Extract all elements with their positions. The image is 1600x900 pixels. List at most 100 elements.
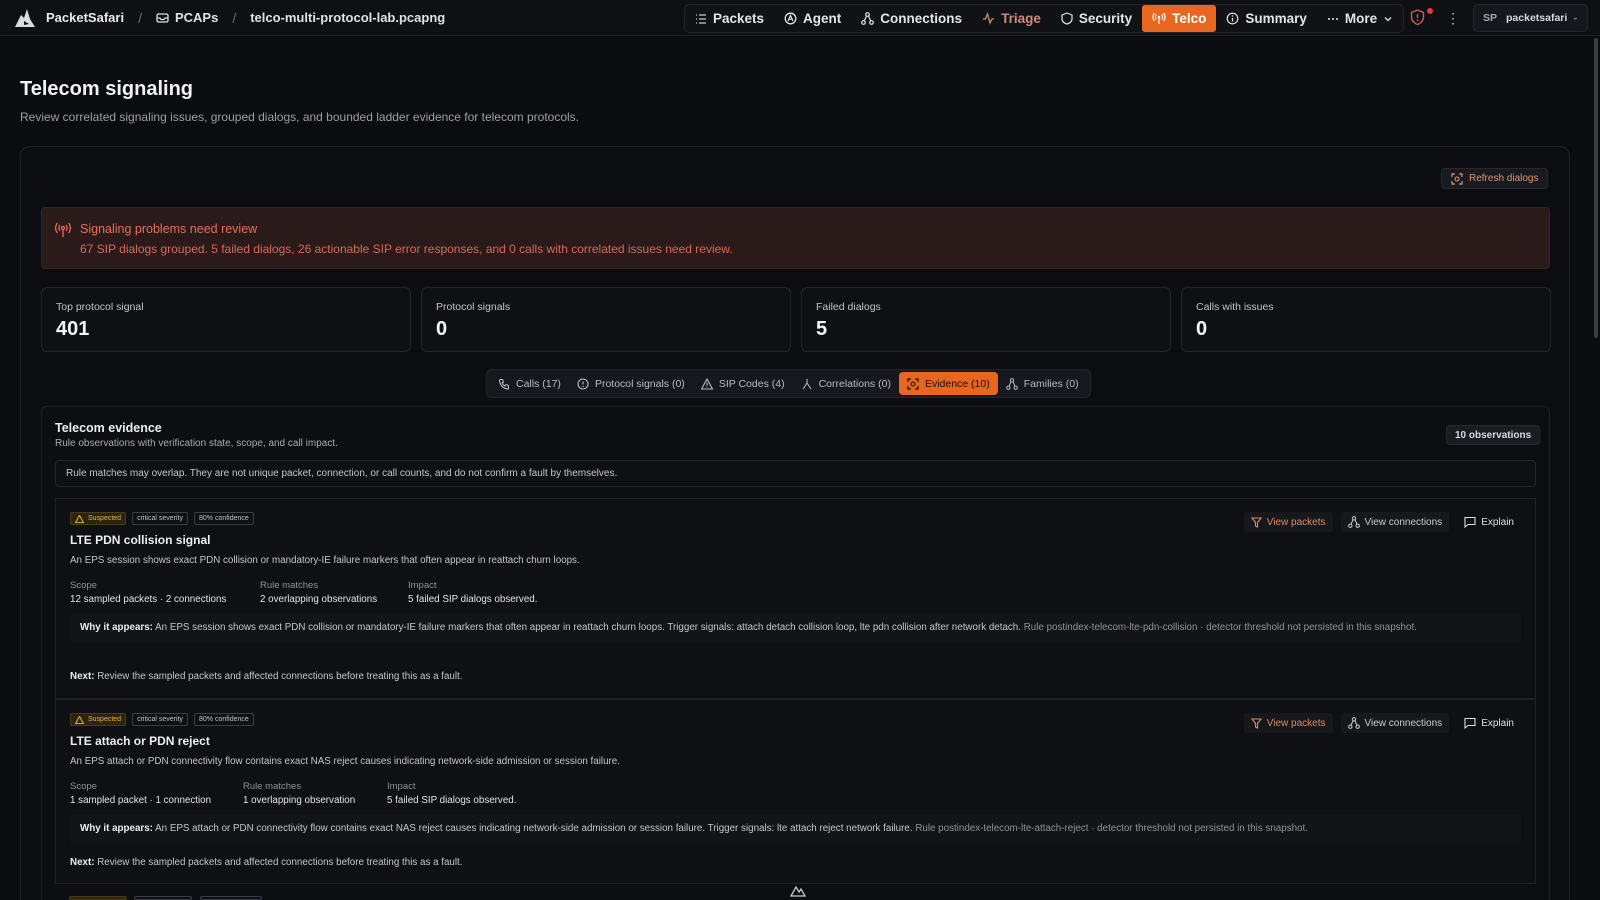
brand[interactable]: PacketSafari xyxy=(12,5,124,31)
breadcrumb-file[interactable]: telco-multi-protocol-lab.pcapng xyxy=(250,10,445,25)
rule-text: Rule postindex-telecom-lte-pdn-collision… xyxy=(1023,622,1417,633)
nav-more[interactable]: More xyxy=(1317,5,1403,32)
stat-top-protocol-signal: Top protocol signal 401 xyxy=(41,287,411,352)
stat-label: Top protocol signal xyxy=(56,301,144,313)
nav-connections[interactable]: Connections xyxy=(851,5,972,32)
explain-button[interactable]: Explain xyxy=(1457,512,1521,532)
kebab-menu-icon[interactable]: ⋮ xyxy=(1446,9,1460,27)
scope-column: Scope 12 sampled packets · 2 connections xyxy=(70,580,240,605)
nav-telco[interactable]: Telco xyxy=(1142,5,1217,32)
list-icon xyxy=(696,13,706,24)
scope-column: Scope 1 sampled packet · 1 connection xyxy=(70,781,223,806)
page-title: Telecom signaling xyxy=(20,78,193,100)
impact-label: Impact xyxy=(387,781,416,792)
info-icon xyxy=(1226,12,1239,25)
status-badge: Suspected xyxy=(70,512,127,525)
chevron-down-icon xyxy=(1574,17,1578,20)
observation-title: LTE attach or PDN reject xyxy=(70,734,210,748)
stat-failed-dialogs: Failed dialogs 5 xyxy=(801,287,1171,352)
nav-summary-label: Summary xyxy=(1245,11,1307,26)
telecom-tabs: Calls (17) Protocol signals (0) SIP Code… xyxy=(486,369,1091,398)
nav-more-label: More xyxy=(1344,11,1378,26)
nav-security-label: Security xyxy=(1078,11,1133,26)
phone-icon xyxy=(498,378,510,390)
breadcrumb-file-label: telco-multi-protocol-lab.pcapng xyxy=(250,10,446,25)
rule-matches-column: Rule matches 2 overlapping observations xyxy=(260,580,388,605)
view-packets-label: View packets xyxy=(1266,717,1326,729)
network-icon xyxy=(1005,377,1018,390)
alert-shield-icon[interactable] xyxy=(1410,9,1425,26)
impact-column: Impact 5 failed SIP dialogs observed. xyxy=(387,781,516,806)
breadcrumb-pcaps-label: PCAPs xyxy=(174,10,219,25)
status-label: Suspected xyxy=(88,716,122,723)
view-packets-button[interactable]: View packets xyxy=(1243,713,1333,733)
top-bar: PacketSafari / PCAPs / telco-multi-proto… xyxy=(0,0,1600,36)
nav-triage[interactable]: Triage xyxy=(972,5,1051,32)
view-packets-button[interactable]: View packets xyxy=(1243,512,1333,532)
filter-icon xyxy=(1250,516,1262,528)
explain-button[interactable]: Explain xyxy=(1457,713,1521,733)
rule-text: Rule postindex-telecom-lte-attach-reject… xyxy=(915,823,1308,834)
stat-value: 5 xyxy=(816,318,828,340)
next-step: Next: Review the sampled packets and aff… xyxy=(70,857,462,868)
observation-metrics: Scope 12 sampled packets · 2 connections… xyxy=(70,580,557,605)
rule-matches-value: 2 overlapping observations xyxy=(260,594,378,605)
tab-sip-codes-label: SIP Codes (4) xyxy=(718,377,785,390)
tab-protocol-signals[interactable]: Protocol signals (0) xyxy=(569,372,693,395)
tab-families[interactable]: Families (0) xyxy=(998,372,1087,395)
status-label: Suspected xyxy=(88,515,122,522)
explain-label: Explain xyxy=(1481,516,1514,528)
user-menu[interactable]: SP packetsafari xyxy=(1473,4,1588,32)
confidence-badge: 80% confidence xyxy=(194,713,254,726)
banner-description: 67 SIP dialogs grouped. 5 failed dialogs… xyxy=(80,242,733,256)
view-connections-button[interactable]: View connections xyxy=(1340,713,1450,733)
breadcrumb-separator: / xyxy=(232,9,237,26)
antenna-icon xyxy=(1152,12,1166,24)
severity-badge: critical severity xyxy=(132,512,188,525)
nav-agent-label: Agent xyxy=(803,11,842,26)
message-icon xyxy=(1464,516,1476,528)
stat-label: Failed dialogs xyxy=(816,301,881,313)
tab-families-label: Families (0) xyxy=(1023,377,1079,390)
scrollbar-thumb[interactable] xyxy=(1594,38,1598,338)
next-label: Next: xyxy=(70,671,95,682)
tab-correlations[interactable]: Correlations (0) xyxy=(793,372,899,395)
stat-label: Protocol signals xyxy=(436,301,511,313)
tab-evidence[interactable]: Evidence (10) xyxy=(898,372,998,395)
breadcrumb-separator: / xyxy=(138,9,142,26)
network-icon xyxy=(1347,717,1360,729)
nav-connections-label: Connections xyxy=(880,11,963,26)
next-confidence-badge-peek xyxy=(200,896,262,900)
warning-triangle-icon xyxy=(75,715,84,724)
nav-summary[interactable]: Summary xyxy=(1216,5,1317,32)
observation-actions: View packets View connections Explain xyxy=(1236,512,1521,532)
nav-packets[interactable]: Packets xyxy=(685,5,774,32)
breadcrumb-pcaps[interactable]: PCAPs xyxy=(156,10,218,25)
refresh-dialogs-button[interactable]: Refresh dialogs xyxy=(1441,168,1549,189)
stat-value: 0 xyxy=(1196,318,1208,340)
observation-metrics: Scope 1 sampled packet · 1 connection Ru… xyxy=(70,781,536,806)
impact-value: 5 failed SIP dialogs observed. xyxy=(387,795,517,806)
notification-dot xyxy=(1427,8,1433,14)
avatar: SP xyxy=(1483,12,1498,24)
tab-correlations-label: Correlations (0) xyxy=(818,377,891,390)
banner-title: Signaling problems need review xyxy=(80,222,258,236)
refresh-scan-icon xyxy=(1451,172,1463,185)
floating-assistant-icon[interactable] xyxy=(790,885,806,897)
next-text: Review the sampled packets and affected … xyxy=(97,671,463,682)
activity-icon xyxy=(983,12,995,25)
nav-security[interactable]: Security xyxy=(1051,5,1142,32)
tab-sip-codes[interactable]: SIP Codes (4) xyxy=(693,372,793,395)
app-name: PacketSafari xyxy=(46,10,125,25)
tab-calls[interactable]: Calls (17) xyxy=(490,372,569,395)
scan-icon xyxy=(907,377,919,390)
why-text: An EPS session shows exact PDN collision… xyxy=(155,622,1021,633)
view-connections-button[interactable]: View connections xyxy=(1340,512,1450,532)
nav-agent[interactable]: Agent xyxy=(774,5,851,32)
why-label: Why it appears: xyxy=(80,622,153,633)
antenna-icon xyxy=(55,222,71,237)
impact-column: Impact 5 failed SIP dialogs observed. xyxy=(408,580,537,605)
page-subtitle: Review correlated signaling issues, grou… xyxy=(20,110,580,124)
signaling-alert-banner: Signaling problems need review 67 SIP di… xyxy=(41,207,1550,269)
refresh-dialogs-label: Refresh dialogs xyxy=(1469,173,1539,184)
